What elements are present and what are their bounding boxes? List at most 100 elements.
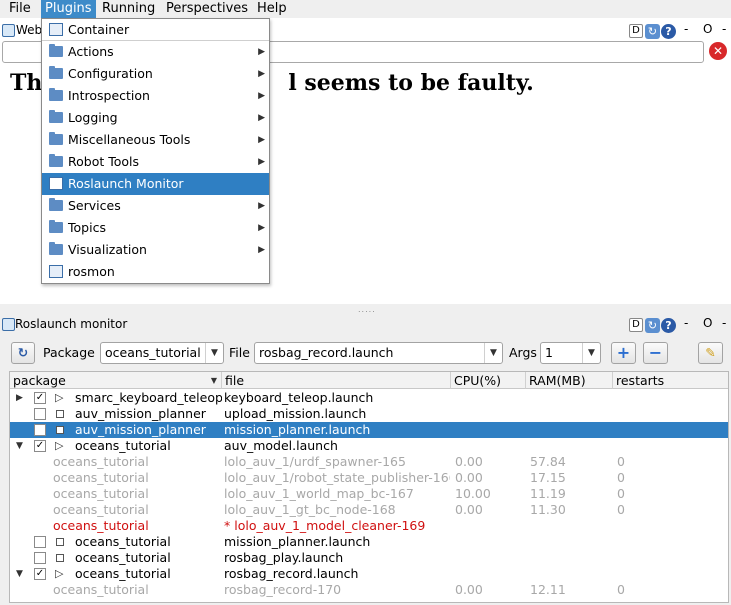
menu-item-robot-tools[interactable]: Robot Tools ▶ [42, 151, 269, 173]
file-cell: mission_planner.launch [224, 534, 371, 549]
launch-row[interactable]: ▼ ✓ ▷ oceans_tutorial auv_model.launch [10, 438, 728, 454]
menu-item-label: rosmon [68, 264, 115, 279]
more-button[interactable]: - [722, 316, 726, 330]
expanded-icon[interactable]: ▼ [16, 566, 23, 582]
stop-icon[interactable] [56, 538, 64, 546]
stop-icon[interactable] [56, 554, 64, 562]
launch-row[interactable]: ▼ ✓ ▷ oceans_tutorial rosbag_record.launch [10, 566, 728, 582]
row-checkbox[interactable] [34, 552, 46, 564]
menu-perspectives[interactable]: Perspectives [162, 0, 252, 18]
reload-icon[interactable]: ↻ [645, 24, 660, 39]
error-icon[interactable]: ✕ [709, 42, 727, 60]
menu-item-container[interactable]: Container [42, 19, 269, 41]
menu-item-miscellaneous-tools[interactable]: Miscellaneous Tools ▶ [42, 129, 269, 151]
column-header-restarts[interactable]: restarts [613, 372, 728, 389]
package-cell: oceans_tutorial [53, 502, 149, 517]
cpu-cell: 0.00 [455, 502, 483, 517]
menu-item-label: Logging [68, 110, 118, 125]
launch-row[interactable]: auv_mission_planner upload_mission.launch [10, 406, 728, 422]
chevron-right-icon: ▶ [258, 69, 265, 79]
add-arg-button[interactable]: + [611, 342, 636, 364]
play-icon[interactable]: ▷ [55, 566, 63, 582]
minimize-button[interactable]: - [684, 22, 688, 36]
clear-button[interactable]: ✎ [698, 342, 723, 364]
menu-item-visualization[interactable]: Visualization ▶ [42, 239, 269, 261]
close-button[interactable]: O [703, 316, 712, 330]
menu-item-configuration[interactable]: Configuration ▶ [42, 63, 269, 85]
row-checkbox[interactable]: ✓ [34, 440, 46, 452]
launch-row[interactable]: ▶ ✓ ▷ smarc_keyboard_teleop keyboard_teleop.… [10, 390, 728, 406]
broom-icon: ✎ [705, 345, 716, 360]
package-select[interactable]: oceans_tutorial ▼ [100, 342, 224, 364]
launch-tree[interactable]: package ▼ file CPU(%) RAM(MB) restarts ▶… [9, 371, 729, 603]
web-dock-title: Web [16, 23, 43, 37]
menu-item-introspection[interactable]: Introspection ▶ [42, 85, 269, 107]
package-label: Package [43, 345, 95, 360]
column-header-package[interactable]: package ▼ [10, 372, 222, 389]
row-checkbox[interactable] [34, 424, 46, 436]
launch-row[interactable]: oceans_tutorial rosbag_play.launch [10, 550, 728, 566]
row-checkbox[interactable]: ✓ [34, 568, 46, 580]
cpu-cell: 0.00 [455, 582, 483, 597]
file-value: rosbag_record.launch [259, 345, 394, 360]
remove-arg-button[interactable]: − [643, 342, 668, 364]
file-cell: lolo_auv_1/urdf_spawner-165 [224, 454, 406, 469]
collapsed-icon[interactable]: ▶ [16, 390, 23, 406]
menu-item-label: Configuration [68, 66, 153, 81]
column-header-ram[interactable]: RAM(MB) [526, 372, 613, 389]
node-row[interactable]: oceans_tutorial lolo_auv_1/urdf_spawner-1… [10, 454, 728, 470]
file-cell: rosbag_record-170 [224, 582, 342, 597]
menu-item-label: Introspection [68, 88, 150, 103]
menu-item-actions[interactable]: Actions ▶ [42, 41, 269, 63]
play-icon[interactable]: ▷ [55, 390, 63, 406]
node-row[interactable]: oceans_tutorial lolo_auv_1_world_map_bc-1… [10, 486, 728, 502]
node-row[interactable]: oceans_tutorial * lolo_auv_1_model_cleane… [10, 518, 728, 534]
row-checkbox[interactable]: ✓ [34, 392, 46, 404]
help-icon[interactable]: ? [661, 318, 676, 333]
d-button[interactable]: D [629, 318, 643, 332]
menu-item-label: Miscellaneous Tools [68, 132, 191, 147]
splitter-handle[interactable]: ..... [358, 305, 376, 314]
reload-icon[interactable]: ↻ [645, 318, 660, 333]
launch-row[interactable]: auv_mission_planner mission_planner.launc… [10, 422, 728, 438]
more-button[interactable]: - [722, 22, 726, 36]
expanded-icon[interactable]: ▼ [16, 438, 23, 454]
play-icon[interactable]: ▷ [55, 438, 63, 454]
minimize-button[interactable]: - [684, 316, 688, 330]
file-select[interactable]: rosbag_record.launch ▼ [254, 342, 503, 364]
launch-row[interactable]: oceans_tutorial mission_planner.launch [10, 534, 728, 550]
package-cell: oceans_tutorial [53, 582, 149, 597]
column-header-file[interactable]: file [222, 372, 451, 389]
menu-item-topics[interactable]: Topics ▶ [42, 217, 269, 239]
folder-icon [49, 44, 63, 57]
stop-icon[interactable] [56, 410, 64, 418]
menu-item-logging[interactable]: Logging ▶ [42, 107, 269, 129]
menu-item-roslaunch-monitor[interactable]: Roslaunch Monitor [42, 173, 269, 195]
menu-item-label: Topics [68, 220, 106, 235]
refresh-button[interactable]: ↻ [11, 342, 35, 364]
column-header-cpu[interactable]: CPU(%) [451, 372, 526, 389]
node-row[interactable]: oceans_tutorial lolo_auv_1/robot_state_pu… [10, 470, 728, 486]
package-cell: smarc_keyboard_teleop [75, 390, 222, 405]
help-icon[interactable]: ? [661, 24, 676, 39]
menu-running[interactable]: Running [98, 0, 159, 18]
menu-item-label: Services [68, 198, 121, 213]
chevron-right-icon: ▶ [258, 135, 265, 145]
menu-item-services[interactable]: Services ▶ [42, 195, 269, 217]
d-button[interactable]: D [629, 24, 643, 38]
restarts-cell: 0 [617, 582, 625, 597]
menu-help[interactable]: Help [253, 0, 291, 18]
node-row[interactable]: oceans_tutorial lolo_auv_1_gt_bc_node-168… [10, 502, 728, 518]
row-checkbox[interactable] [34, 408, 46, 420]
menu-file[interactable]: File [5, 0, 35, 18]
args-select[interactable]: 1 ▼ [540, 342, 601, 364]
node-row[interactable]: oceans_tutorial rosbag_record-170 0.00 12.1… [10, 582, 728, 598]
stop-icon[interactable] [56, 426, 64, 434]
menu-plugins[interactable]: Plugins [41, 0, 96, 18]
menu-item-rosmon[interactable]: rosmon [42, 261, 269, 283]
folder-icon [49, 220, 63, 233]
folder-icon [49, 198, 63, 211]
close-button[interactable]: O [703, 22, 712, 36]
row-checkbox[interactable] [34, 536, 46, 548]
file-label: File [229, 345, 250, 360]
